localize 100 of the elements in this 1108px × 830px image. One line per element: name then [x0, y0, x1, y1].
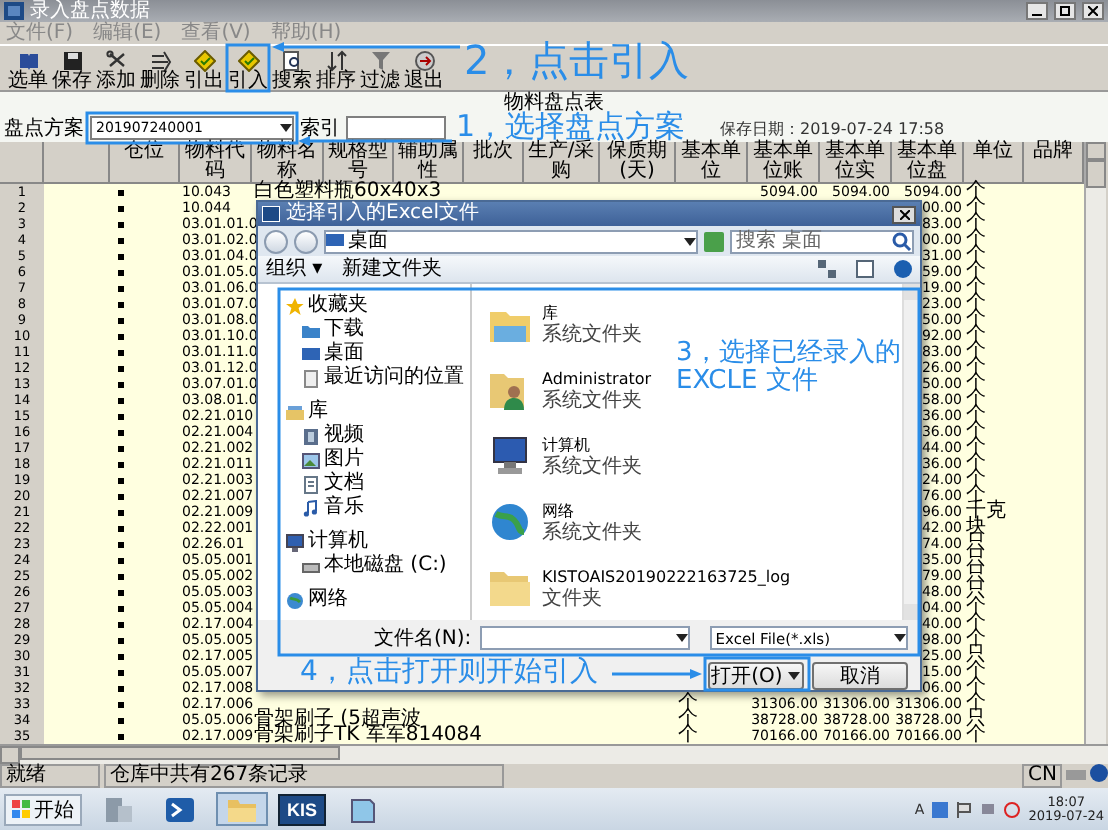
- forward-button[interactable]: [294, 229, 318, 254]
- file-type: 系统文件夹: [542, 521, 642, 543]
- table-cell: 个: [964, 312, 988, 330]
- column-header[interactable]: 生产/采购: [524, 142, 600, 184]
- toolbar-button[interactable]: 引入: [228, 50, 268, 92]
- maximize-button[interactable]: [1054, 2, 1076, 20]
- organize-menu[interactable]: 组织 ▾: [266, 257, 323, 282]
- terminal-icon: [164, 795, 196, 823]
- table-cell: 只: [964, 584, 988, 602]
- search-field[interactable]: 搜索 桌面: [730, 229, 914, 254]
- help-icon: [1090, 764, 1108, 782]
- toolbar-button[interactable]: 保存: [52, 50, 92, 92]
- callout-arrow: [612, 669, 702, 679]
- close-button[interactable]: [892, 205, 916, 223]
- nav-tree-item[interactable]: 下载: [258, 318, 470, 342]
- table-cell: 个: [676, 696, 700, 714]
- table-cell: 个: [964, 216, 988, 234]
- table-cell: 个: [964, 616, 988, 634]
- file-name: KISTOAIS20190222163725_log: [542, 565, 791, 587]
- cancel-button[interactable]: 取消: [812, 662, 908, 690]
- globe-icon: [488, 499, 532, 543]
- diamond-icon: [193, 50, 215, 72]
- toolbar-button[interactable]: 搜索: [272, 50, 312, 92]
- table-cell: 个: [964, 424, 988, 442]
- toolbar-button[interactable]: 过滤: [360, 50, 400, 92]
- column-header[interactable]: 批次: [464, 142, 524, 184]
- table-cell: 个: [964, 376, 988, 394]
- toolbar-button[interactable]: 添加: [96, 50, 136, 92]
- document-icon: [302, 369, 320, 387]
- table-cell: 只: [964, 712, 988, 730]
- back-button[interactable]: [264, 229, 288, 254]
- nav-tree-item[interactable]: 库: [258, 400, 470, 424]
- toolbar-button[interactable]: 排序: [316, 50, 356, 92]
- library-icon: [286, 403, 304, 421]
- volume-icon[interactable]: [1004, 801, 1021, 817]
- file-name: 计算机: [542, 433, 592, 455]
- file-item[interactable]: 计算机 系统文件夹: [488, 422, 642, 488]
- window-title: 录入盘点数据: [30, 0, 152, 22]
- horizontal-scrollbar[interactable]: [0, 744, 1108, 764]
- nav-tree-item[interactable]: 视频: [258, 424, 470, 448]
- table-cell: 只: [964, 568, 988, 586]
- callout-frame: [225, 43, 271, 93]
- file-item[interactable]: KISTOAIS20190222163725_log 文件夹: [488, 554, 791, 620]
- caret-icon: [684, 237, 696, 246]
- nav-tree-item[interactable]: 本地磁盘 (C:): [258, 554, 470, 578]
- file-type: 系统文件夹: [542, 323, 642, 345]
- minimize-button[interactable]: [1026, 2, 1048, 20]
- desktop-icon: [326, 232, 344, 251]
- open-button[interactable]: 打开(O): [708, 662, 804, 690]
- column-header[interactable]: 基本单位盘: [892, 142, 964, 184]
- vertical-scrollbar[interactable]: [1084, 142, 1106, 744]
- view-icon[interactable]: [818, 260, 836, 279]
- column-header[interactable]: 基本单位账: [748, 142, 820, 184]
- help-icon[interactable]: [894, 260, 912, 279]
- file-item[interactable]: Administrator 系统文件夹: [488, 356, 652, 422]
- caret-icon: [788, 672, 801, 680]
- column-header[interactable]: 基本单位实: [820, 142, 892, 184]
- file-item[interactable]: 库 系统文件夹: [488, 290, 642, 356]
- nav-tree-item[interactable]: 桌面: [258, 342, 470, 366]
- file-type: 系统文件夹: [542, 455, 642, 477]
- nav-tree-item[interactable]: 计算机: [258, 530, 470, 554]
- file-item[interactable]: 网络 系统文件夹: [488, 488, 642, 554]
- search-icon: [892, 231, 912, 252]
- file-name: 库: [542, 301, 560, 323]
- table-cell: 个: [964, 664, 988, 682]
- toolbar-button[interactable]: 删除: [140, 50, 180, 92]
- pane-icon[interactable]: [856, 260, 874, 279]
- filename-field[interactable]: [479, 626, 690, 650]
- table-cell: 个: [676, 728, 700, 746]
- toolbar-button[interactable]: 退出: [404, 50, 444, 92]
- address-bar[interactable]: 桌面: [324, 229, 698, 254]
- callout-text: 3，选择已经录入的 EXCLE 文件: [676, 340, 901, 395]
- new-folder-button[interactable]: 新建文件夹: [342, 257, 443, 282]
- column-header[interactable]: 品牌: [1024, 142, 1084, 184]
- column-header[interactable]: 保质期(天): [600, 142, 676, 184]
- close-button[interactable]: [1082, 2, 1104, 20]
- nav-tree-item[interactable]: 网络: [258, 588, 470, 612]
- column-header[interactable]: 基本单位: [676, 142, 748, 184]
- start-button[interactable]: 开始: [4, 793, 82, 825]
- table-cell: 个: [964, 200, 988, 218]
- index-field[interactable]: [346, 116, 446, 140]
- film-icon: [302, 427, 320, 445]
- explorer-button[interactable]: [216, 792, 268, 826]
- search-icon: [281, 50, 303, 72]
- table-cell-text: 块: [964, 520, 986, 538]
- status-text: 就绪: [0, 764, 100, 788]
- flag-icon[interactable]: [956, 801, 973, 817]
- desktop-icon: [302, 345, 320, 363]
- nav-tree-item[interactable]: 最近访问的位置: [258, 366, 470, 390]
- nav-tree-item[interactable]: 收藏夹: [258, 294, 470, 318]
- toolbar-button[interactable]: 选单: [8, 50, 48, 92]
- nav-tree-item[interactable]: 文档: [258, 472, 470, 496]
- document-icon: [302, 475, 320, 493]
- table-cell: 个: [964, 600, 988, 618]
- star-icon: [286, 297, 304, 315]
- nav-tree-item[interactable]: 图片: [258, 448, 470, 472]
- computer-icon: [488, 433, 532, 477]
- nav-tree-item[interactable]: 音乐: [258, 496, 470, 520]
- kis-app-button[interactable]: KIS: [278, 793, 326, 825]
- toolbar-button[interactable]: 引出: [184, 50, 224, 92]
